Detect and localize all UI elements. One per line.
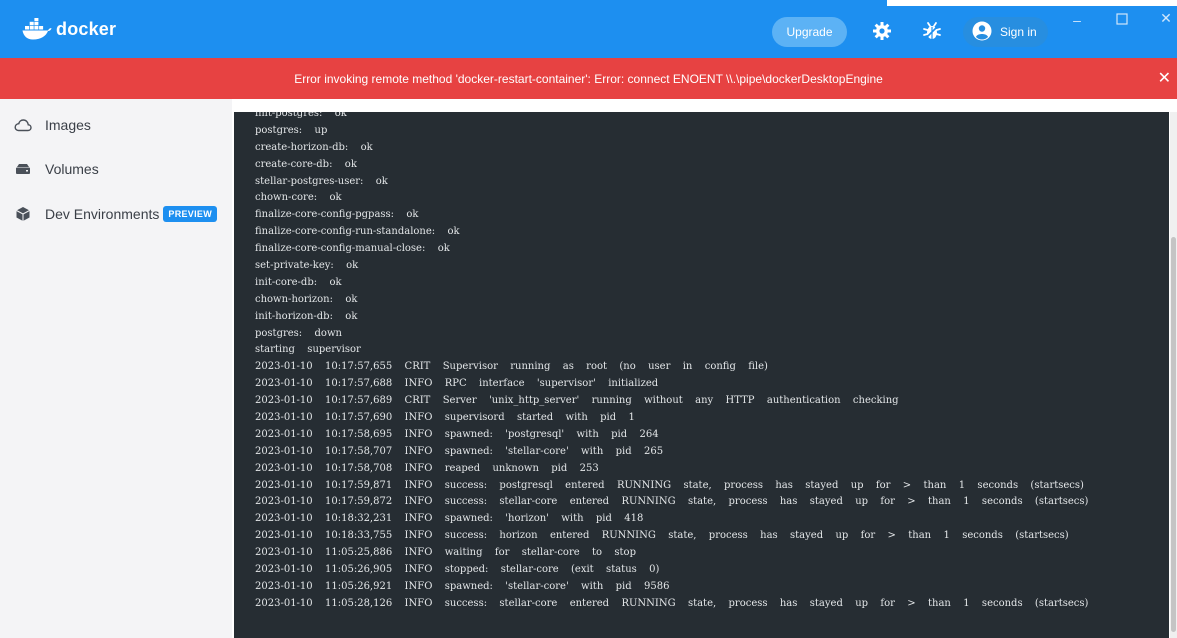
close-icon[interactable]: ✕: [1158, 10, 1174, 27]
gear-icon[interactable]: [871, 20, 893, 42]
minimize-icon[interactable]: –: [1069, 12, 1085, 28]
top-bar: docker Upgrade Sign in – ✕: [0, 0, 1177, 58]
sign-in-button[interactable]: Sign in: [963, 17, 1048, 47]
log-line: 2023-01-10 10:17:57,689 CRIT Server 'uni…: [255, 395, 899, 407]
log-line: create-horizon-db: ok: [255, 141, 373, 153]
sidebar-item-volumes[interactable]: Volumes: [14, 157, 99, 181]
disk-icon: [14, 160, 32, 178]
log-line: 2023-01-10 11:05:26,905 INFO stopped: st…: [255, 564, 660, 576]
log-line: finalize-core-config-manual-close: ok: [255, 243, 450, 255]
cloud-icon: [14, 116, 32, 134]
log-scrollbar[interactable]: [1170, 112, 1177, 638]
log-line: 2023-01-10 10:17:57,688 INFO RPC interfa…: [255, 378, 659, 390]
log-line: init-postgres: ok: [255, 112, 347, 119]
sidebar-item-dev-environments[interactable]: Dev Environments PREVIEW: [14, 202, 217, 226]
log-line: postgres: down: [255, 327, 342, 339]
docker-logo: docker: [22, 18, 116, 40]
log-line: 2023-01-10 11:05:28,126 INFO success: st…: [255, 597, 1089, 609]
log-line: 2023-01-10 10:17:58,708 INFO reaped unkn…: [255, 462, 599, 474]
maximize-icon[interactable]: [1114, 12, 1130, 28]
sidebar-item-label: Images: [45, 117, 91, 133]
sign-in-label: Sign in: [1000, 25, 1037, 39]
log-line: 2023-01-10 11:05:26,921 INFO spawned: 's…: [255, 580, 670, 592]
log-line: chown-horizon: ok: [255, 293, 358, 305]
log-line: init-core-db: ok: [255, 276, 342, 288]
scrollbar-thumb[interactable]: [1171, 237, 1176, 632]
log-line: 2023-01-10 10:18:33,755 INFO success: ho…: [255, 530, 1069, 542]
log-line: postgres: up: [255, 124, 328, 136]
log-line: 2023-01-10 10:17:57,655 CRIT Supervisor …: [255, 361, 768, 373]
log-line: 2023-01-10 10:17:57,690 INFO supervisord…: [255, 412, 635, 424]
log-line: 2023-01-10 10:17:59,871 INFO success: po…: [255, 479, 1084, 491]
error-message: Error invoking remote method 'docker-res…: [294, 71, 883, 86]
bug-icon[interactable]: [921, 20, 943, 42]
log-line: stellar-postgres-user: ok: [255, 175, 388, 187]
log-lines: init-postgres: ok postgres: up create-hori…: [255, 112, 1088, 613]
title-strip: [887, 0, 1177, 6]
log-line: set-private-key: ok: [255, 260, 359, 272]
log-line: 2023-01-10 10:17:58,695 INFO spawned: 'p…: [255, 428, 659, 440]
sidebar-item-images[interactable]: Images: [14, 113, 91, 137]
log-line: 2023-01-10 10:18:32,231 INFO spawned: 'h…: [255, 513, 644, 525]
logo-text: docker: [56, 18, 117, 39]
sidebar-item-label: Dev Environments: [45, 206, 160, 222]
cube-icon: [14, 205, 32, 223]
user-avatar-icon: [972, 21, 992, 44]
error-banner: Error invoking remote method 'docker-res…: [0, 58, 1177, 99]
log-line: 2023-01-10 11:05:25,886 INFO waiting for…: [255, 547, 636, 559]
log-line: init-horizon-db: ok: [255, 310, 358, 322]
sidebar-item-label: Volumes: [45, 161, 99, 177]
log-line: finalize-core-config-run-standalone: ok: [255, 226, 460, 238]
upgrade-button[interactable]: Upgrade: [772, 17, 847, 47]
logs-panel: init-postgres: ok postgres: up create-hori…: [232, 99, 1177, 638]
log-line: 2023-01-10 10:17:59,872 INFO success: st…: [255, 496, 1089, 508]
log-line: create-core-db: ok: [255, 158, 357, 170]
log-line: chown-core: ok: [255, 192, 342, 204]
docker-whale-icon: [22, 18, 52, 40]
log-line: finalize-core-config-pgpass: ok: [255, 209, 419, 221]
log-line: starting supervisor: [255, 344, 361, 356]
preview-badge: PREVIEW: [163, 206, 217, 222]
log-terminal[interactable]: init-postgres: ok postgres: up create-hori…: [234, 112, 1169, 638]
sidebar: Images Volumes Dev Environments PREVIEW: [0, 99, 232, 638]
error-close-icon[interactable]: ✕: [1158, 68, 1171, 88]
log-line: 2023-01-10 10:17:58,707 INFO spawned: 's…: [255, 445, 664, 457]
